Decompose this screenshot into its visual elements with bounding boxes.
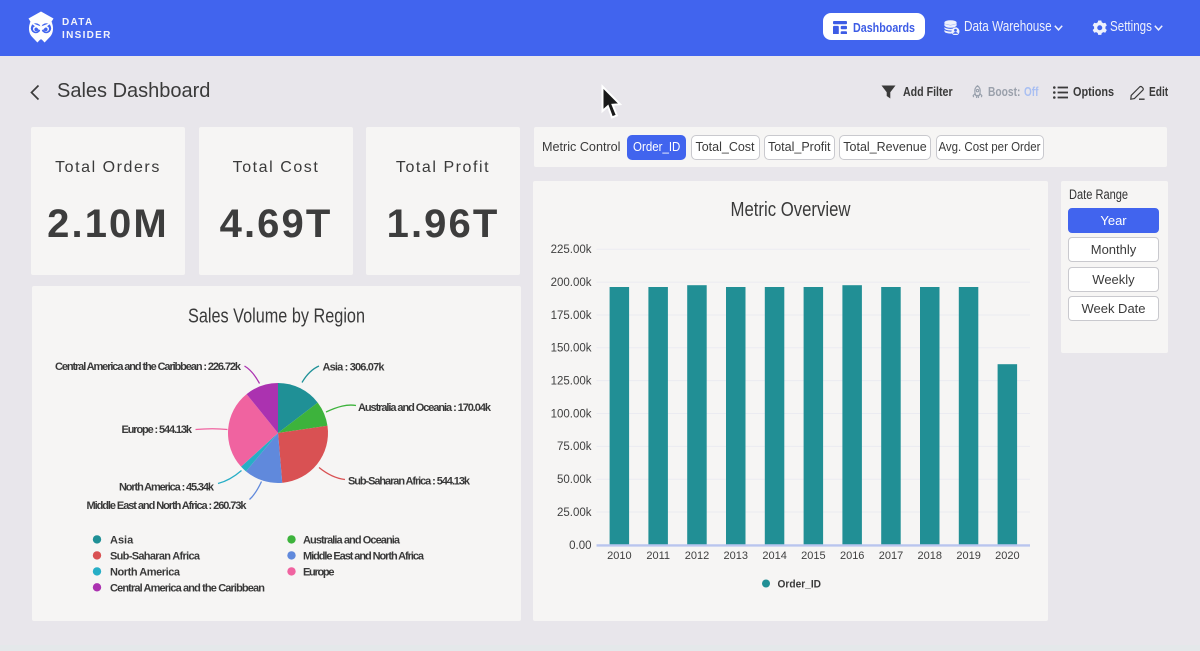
svg-text:2016: 2016 [840, 550, 864, 562]
svg-text:2010: 2010 [607, 550, 631, 562]
svg-text:Asia: Asia [110, 534, 134, 546]
svg-text:Central America and the Caribb: Central America and the Caribbean [110, 582, 265, 594]
svg-text:Order_ID: Order_ID [778, 578, 822, 590]
svg-text:200.00k: 200.00k [551, 277, 592, 289]
svg-text:Middle East and North Africa: Middle East and North Africa [303, 550, 425, 562]
svg-text:2019: 2019 [956, 550, 980, 562]
svg-text:2013: 2013 [724, 550, 748, 562]
svg-text:2020: 2020 [995, 550, 1019, 562]
svg-text:150.00k: 150.00k [551, 342, 592, 354]
svg-text:Central America and the Caribb: Central America and the Caribbean : 226.… [55, 361, 242, 373]
svg-text:75.00k: 75.00k [557, 441, 592, 453]
svg-text:25.00k: 25.00k [557, 506, 592, 518]
svg-text:North America : 45.34k: North America : 45.34k [119, 481, 215, 493]
svg-text:Sales Volume by Region: Sales Volume by Region [188, 305, 365, 327]
svg-text:225.00k: 225.00k [551, 244, 592, 256]
svg-text:Metric Overview: Metric Overview [731, 199, 851, 221]
svg-text:2011: 2011 [646, 550, 670, 562]
svg-text:Europe: Europe [303, 566, 335, 578]
svg-text:Europe : 544.13k: Europe : 544.13k [122, 424, 193, 436]
svg-text:Middle East and North Africa :: Middle East and North Africa : 260.73k [87, 500, 248, 512]
svg-text:Australia and Oceania : 170.04: Australia and Oceania : 170.04k [358, 402, 492, 414]
svg-text:2018: 2018 [918, 550, 942, 562]
svg-text:2017: 2017 [879, 550, 903, 562]
svg-text:North America: North America [110, 566, 181, 578]
svg-text:Sub-Saharan Africa : 544.13k: Sub-Saharan Africa : 544.13k [348, 475, 471, 487]
svg-text:Australia and Oceania: Australia and Oceania [303, 534, 401, 546]
svg-text:2015: 2015 [801, 550, 825, 562]
svg-text:Sub-Saharan Africa: Sub-Saharan Africa [110, 550, 201, 562]
svg-text:50.00k: 50.00k [557, 474, 592, 486]
svg-text:175.00k: 175.00k [551, 309, 592, 321]
svg-text:125.00k: 125.00k [551, 375, 592, 387]
svg-text:2012: 2012 [685, 550, 709, 562]
svg-text:0.00: 0.00 [569, 539, 591, 551]
svg-text:Asia : 306.07k: Asia : 306.07k [323, 361, 386, 373]
svg-text:2014: 2014 [762, 550, 786, 562]
svg-text:100.00k: 100.00k [551, 408, 592, 420]
